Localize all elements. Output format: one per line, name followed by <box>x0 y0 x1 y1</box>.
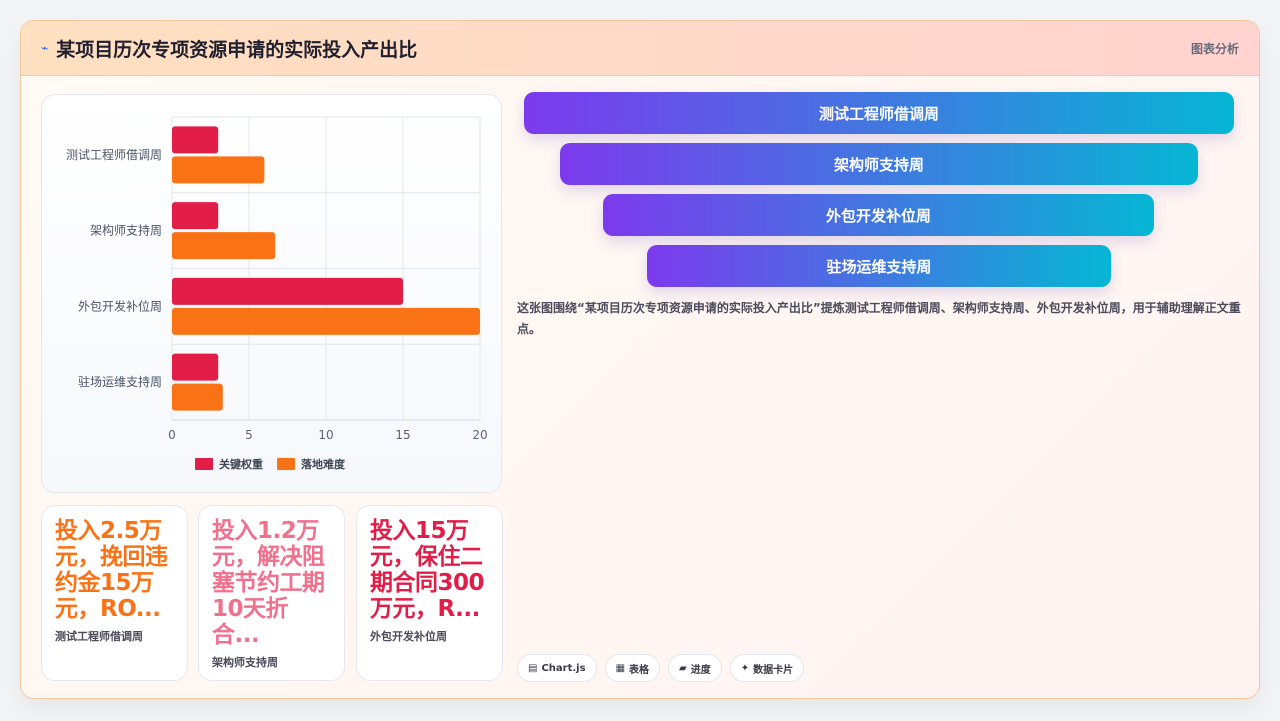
bar-difficulty <box>172 232 276 260</box>
kpi-label: 架构师支持周 <box>212 656 278 669</box>
y-tick-label: 外包开发补位周 <box>78 298 162 313</box>
main-card: ⌁ 某项目历次专项资源申请的实际投入产出比 图表分析 0 5 10 15 20 测试工程师… <box>20 20 1260 699</box>
progress-icon: ▰ <box>679 662 687 674</box>
table-icon: ▦ <box>615 662 626 674</box>
bar-chart-svg: 0 5 10 15 20 测试工程师借调周架构师支持周外包开发补位周驻场运维支持周关键权重… <box>66 116 488 471</box>
kpi-card-3: 投入15万元，保住二期合同300万元，R... 外包开发补位周 <box>356 505 503 681</box>
chart-description: 这张图围绕“某项目历次专项资源申请的实际投入产出比”提炼测试工程师借调周、架构师… <box>517 301 1241 336</box>
x-tick-label: 20 <box>472 428 487 442</box>
pill-chartjs[interactable]: ▤ Chart.js <box>517 654 597 682</box>
card-header: ⌁ 某项目历次专项资源申请的实际投入产出比 图表分析 <box>21 21 1259 76</box>
pill-label: 数据卡片 <box>753 664 794 676</box>
pill-label: 表格 <box>629 664 650 676</box>
chart-trend-icon: ⌁ <box>41 41 49 55</box>
tag-pills: ▤ Chart.js ▦ 表格 ▰ 进度 ✦ 数据卡片 <box>517 654 805 682</box>
page-title: 某项目历次专项资源申请的实际投入产出比 <box>56 38 418 61</box>
x-tick-label: 5 <box>245 428 253 442</box>
x-tick-label: 10 <box>318 428 333 442</box>
kpi-label: 外包开发补位周 <box>370 630 447 643</box>
x-tick-label: 0 <box>168 428 176 442</box>
funnel-stage-4[interactable]: 驻场运维支持周 <box>647 245 1111 287</box>
bar-chart: 0 5 10 15 20 测试工程师借调周架构师支持周外包开发补位周 驻场运维支持周关键权重… <box>41 94 502 493</box>
kpi-label: 测试工程师借调周 <box>55 630 143 643</box>
kpi-card-1: 投入2.5万元，挽回违约金15万元，RO... 测试工程师借调周 <box>41 505 188 681</box>
bar-difficulty <box>172 383 223 411</box>
legend-label: 落地难度 <box>301 457 346 471</box>
kpi-value: 投入15万元，保住二期合同300万元，R... <box>370 518 485 622</box>
pill-label: Chart.js <box>541 662 586 674</box>
legend-label: 关键权重 <box>219 457 263 471</box>
kpi-value: 投入1.2万元，解决阻塞节约工期10天折合... <box>212 518 325 648</box>
y-tick-label: 测试工程师借调周 <box>66 147 162 162</box>
y-tick-label: 架构师支持周 <box>90 223 162 238</box>
kpi-card-2: 投入1.2万元，解决阻塞节约工期10天折合... 架构师支持周 <box>198 505 345 681</box>
chart-icon: ▤ <box>528 662 538 674</box>
sparkle-icon: ✦ <box>740 662 750 674</box>
y-tick-label: 驻场运维支持周 <box>78 374 162 389</box>
pill-table[interactable]: ▦ 表格 <box>604 654 661 682</box>
pill-progress[interactable]: ▰ 进度 <box>668 654 722 682</box>
bar-weight <box>172 126 219 154</box>
funnel-stage-2[interactable]: 架构师支持周 <box>560 143 1198 185</box>
bar-difficulty <box>172 156 265 184</box>
funnel-stage-3[interactable]: 外包开发补位周 <box>603 194 1154 236</box>
pill-data-card[interactable]: ✦ 数据卡片 <box>729 654 805 682</box>
legend-swatch <box>277 458 295 470</box>
bar-difficulty <box>172 307 480 335</box>
bar-weight <box>172 277 403 305</box>
bar-weight <box>172 353 219 381</box>
pill-label: 进度 <box>690 664 711 676</box>
x-tick-label: 15 <box>395 428 410 442</box>
legend-swatch <box>195 458 213 470</box>
kpi-value: 投入2.5万元，挽回违约金15万元，RO... <box>55 518 168 622</box>
bar-weight <box>172 202 219 230</box>
chart-analysis-label[interactable]: 图表分析 <box>1191 40 1239 57</box>
funnel-stage-1[interactable]: 测试工程师借调周 <box>524 92 1234 134</box>
